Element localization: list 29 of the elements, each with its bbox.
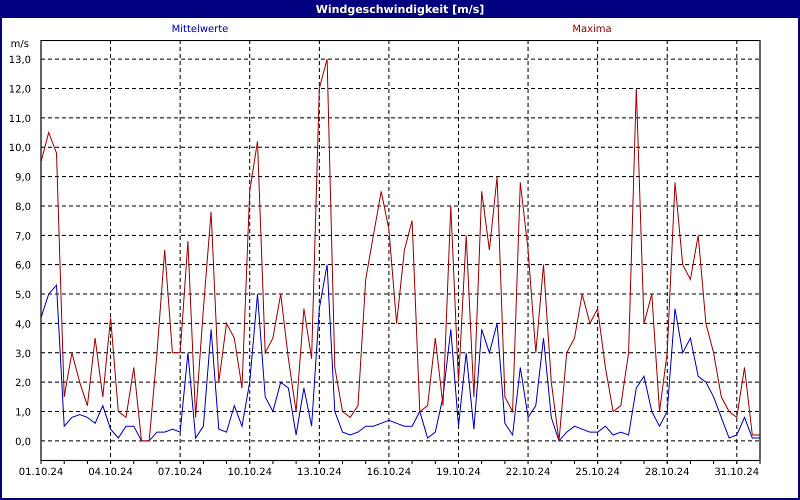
x-tick-label: 04.10.24 bbox=[88, 467, 133, 478]
x-tick-label: 22.10.24 bbox=[506, 467, 550, 478]
window-title: Windgeschwindigkeit [m/s] bbox=[0, 0, 800, 18]
y-tick-label: 0,0 bbox=[15, 436, 31, 448]
x-tick-label: 13.10.24 bbox=[297, 467, 342, 478]
y-tick-label: 2,0 bbox=[15, 378, 31, 390]
y-axis-unit: m/s bbox=[10, 40, 29, 50]
x-tick-label: 31.10.24 bbox=[714, 467, 760, 478]
x-tick-label: 16.10.24 bbox=[366, 467, 412, 478]
y-tick-label: 5,0 bbox=[15, 290, 31, 302]
y-tick-label: 4,0 bbox=[15, 319, 31, 330]
x-tick-label: 01.10.24 bbox=[18, 467, 64, 478]
y-tick-label: 6,0 bbox=[15, 260, 31, 272]
y-tick-label: 8,0 bbox=[15, 202, 31, 213]
legend-label: Maxima bbox=[572, 24, 612, 34]
x-tick-label: 19.10.24 bbox=[436, 467, 481, 478]
x-tick-label: 28.10.24 bbox=[644, 467, 690, 478]
y-tick-label: 3,0 bbox=[15, 348, 31, 360]
y-tick-label: 10,0 bbox=[8, 143, 31, 154]
y-tick-label: 12,0 bbox=[8, 84, 31, 96]
y-tick-label: 13,0 bbox=[8, 55, 31, 66]
y-tick-label: 7,0 bbox=[15, 231, 31, 242]
x-tick-label: 07.10.24 bbox=[158, 467, 202, 478]
x-tick-label: 10.10.24 bbox=[227, 467, 272, 478]
x-tick-label: 25.10.24 bbox=[575, 467, 620, 478]
y-tick-label: 9,0 bbox=[15, 172, 31, 184]
y-tick-label: 1,0 bbox=[15, 408, 31, 419]
legend-label: Mittelwerte bbox=[172, 24, 228, 34]
y-tick-label: 11,0 bbox=[8, 114, 31, 125]
